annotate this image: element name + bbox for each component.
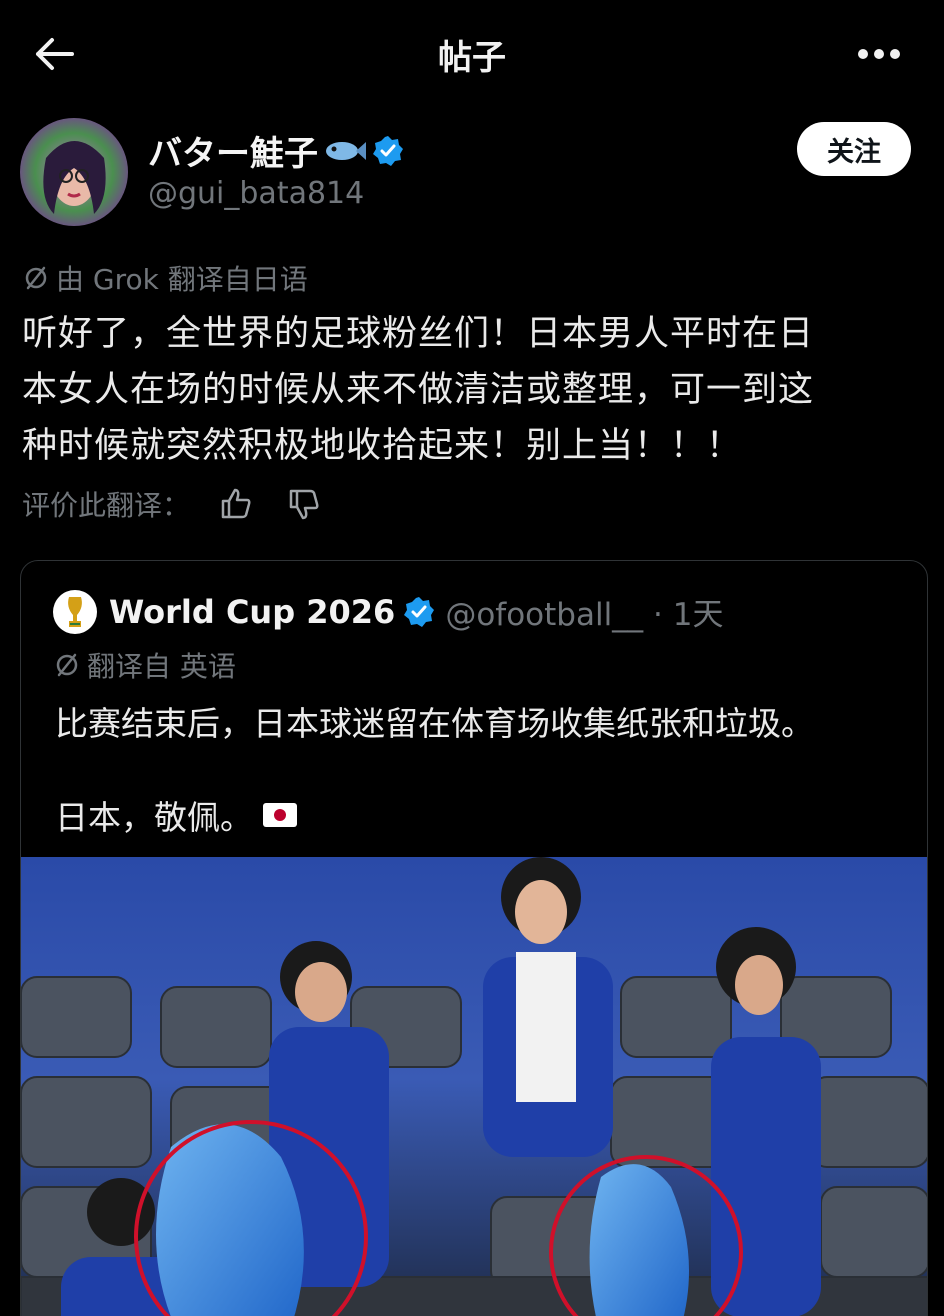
translate-off-icon	[56, 653, 78, 677]
thumbs-down-icon	[289, 489, 319, 520]
thumbs-down-button[interactable]	[282, 482, 326, 526]
rate-translation-row: 评价此翻译：	[22, 482, 326, 526]
more-horizontal-icon	[858, 49, 900, 59]
quoted-translation-label: 翻译自 英语	[87, 650, 236, 683]
quoted-translation-notice: 翻译自 英语	[53, 645, 236, 685]
quoted-text-line-2: 日本，敬佩。	[55, 791, 297, 839]
top-bar: 帖子	[0, 0, 944, 104]
fish-icon	[326, 141, 366, 160]
thumbs-up-button[interactable]	[214, 482, 258, 526]
more-button[interactable]	[854, 36, 904, 72]
post-photo[interactable]	[21, 857, 928, 1316]
rate-translation-label: 评价此翻译：	[22, 489, 191, 522]
avatar[interactable]	[20, 118, 128, 226]
thumbs-up-icon	[221, 488, 251, 519]
quoted-post-header: World Cup 2026 @ofootball__ · 1天	[53, 589, 723, 634]
post-text-line: 本女人在场的时候从来不做清洁或整理，可一到这	[22, 370, 815, 410]
quoted-post[interactable]: World Cup 2026 @ofootball__ · 1天 翻译自 英语 …	[20, 560, 928, 1316]
verified-badge-icon	[373, 135, 403, 166]
post-text-line: 种时候就突然积极地收拾起来！别上当！！！	[22, 426, 743, 466]
quoted-text-line: 比赛结束后，日本球迷留在体育场收集纸张和垃圾。	[55, 704, 814, 743]
translation-notice: 由 Grok 翻译自日语	[22, 258, 308, 298]
post-text: 听好了，全世界的足球粉丝们！日本男人平时在日 本女人在场的时候从来不做清洁或整理…	[22, 306, 922, 474]
quoted-author-name[interactable]: World Cup 2026	[109, 593, 395, 631]
author-name-label: バター鮭子	[148, 134, 318, 174]
page-title: 帖子	[438, 38, 506, 78]
translate-off-icon	[25, 266, 47, 290]
post-text-line: 听好了，全世界的足球粉丝们！日本男人平时在日	[22, 314, 815, 354]
author-handle[interactable]: @gui_bata814	[148, 176, 364, 211]
follow-button[interactable]: 关注	[797, 122, 911, 176]
trophy-icon	[68, 596, 82, 627]
quoted-text-label: 日本，敬佩。	[55, 798, 253, 837]
verified-badge-icon	[404, 596, 435, 627]
japan-flag-icon	[263, 803, 297, 827]
translation-notice-label: 由 Grok 翻译自日语	[56, 263, 308, 296]
author-name[interactable]: バター鮭子	[148, 126, 404, 175]
quoted-avatar[interactable]	[53, 589, 97, 634]
quoted-author-handle: @ofootball__ · 1天	[445, 597, 724, 633]
